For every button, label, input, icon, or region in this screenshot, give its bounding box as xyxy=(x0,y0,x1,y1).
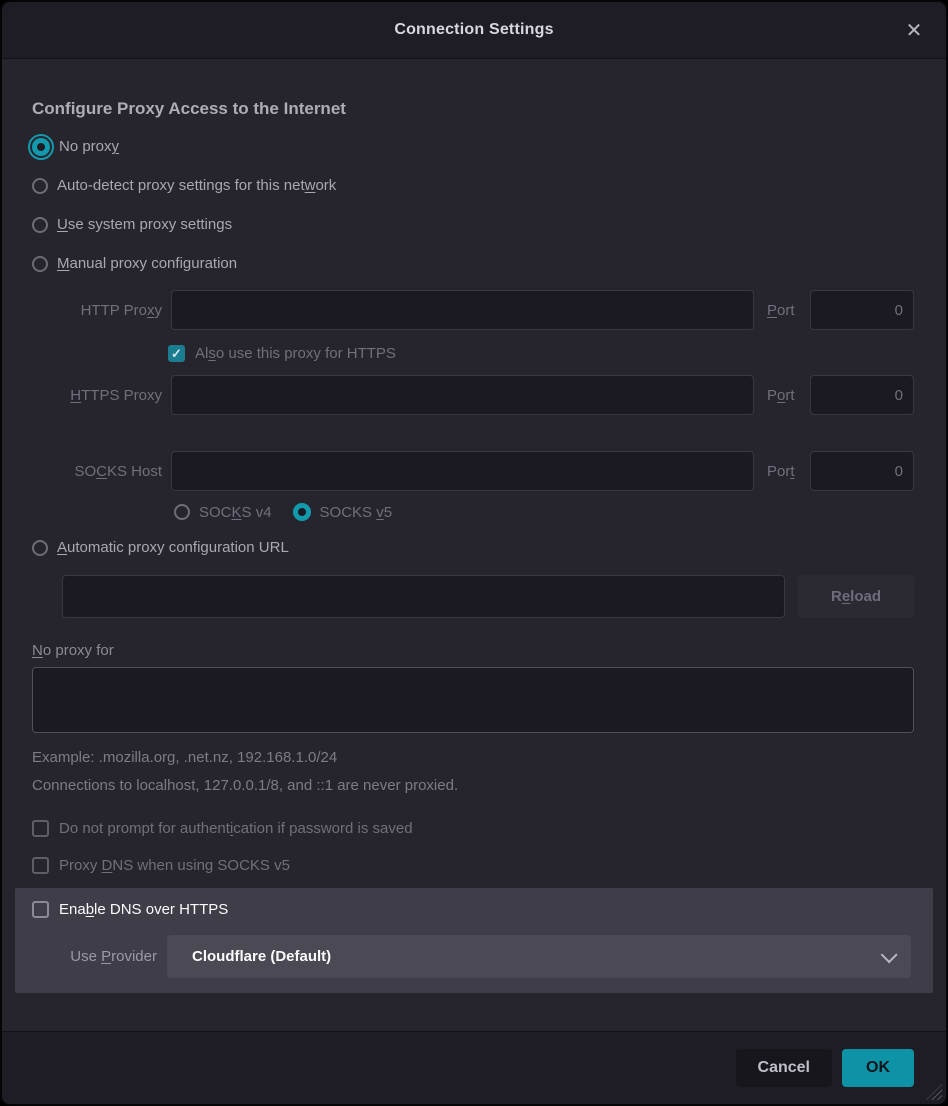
https-proxy-label: HTTPS Proxy xyxy=(32,387,164,404)
proxy-dns-socks5-checkbox-row[interactable]: Proxy DNS when using SOCKS v5 xyxy=(32,857,914,874)
no-proxy-for-label: No proxy for xyxy=(32,642,914,659)
dialog-titlebar: Connection Settings ✕ xyxy=(2,2,946,59)
socks-port-label: Port xyxy=(761,463,803,480)
https-port-input[interactable] xyxy=(810,375,914,415)
checkbox-icon[interactable] xyxy=(32,820,49,837)
http-proxy-input[interactable] xyxy=(171,290,754,330)
radio-label: Auto-detect proxy settings for this netw… xyxy=(57,177,336,194)
no-prompt-auth-checkbox-row[interactable]: Do not prompt for authentication if pass… xyxy=(32,820,914,837)
proxy-url-input[interactable] xyxy=(62,575,785,618)
checkbox-icon[interactable]: ✓ xyxy=(168,345,185,362)
checkbox-icon[interactable] xyxy=(32,857,49,874)
http-proxy-label: HTTP Proxy xyxy=(32,302,164,319)
socks-host-row: SOCKS Host Port xyxy=(32,451,914,491)
page-title: Configure Proxy Access to the Internet xyxy=(32,99,914,119)
manual-proxy-section: HTTP Proxy Port ✓ Also use this proxy fo… xyxy=(32,290,914,521)
checkbox-label: Proxy DNS when using SOCKS v5 xyxy=(59,857,290,874)
dialog-title: Connection Settings xyxy=(394,21,553,39)
use-provider-label: Use Provider xyxy=(32,948,157,965)
no-proxy-for-textarea[interactable] xyxy=(32,667,914,733)
https-port-label: Port xyxy=(761,387,803,404)
checkbox-label: Enable DNS over HTTPS xyxy=(59,901,228,918)
radio-label: No proxy xyxy=(59,138,119,155)
socks-version-row: SOCKS v4 SOCKS v5 xyxy=(168,503,914,521)
https-proxy-row: HTTPS Proxy Port xyxy=(32,375,914,415)
radio-label: Manual proxy configuration xyxy=(57,255,237,272)
close-icon[interactable]: ✕ xyxy=(900,16,928,44)
localhost-note-text: Connections to localhost, 127.0.0.1/8, a… xyxy=(32,777,914,794)
cancel-button[interactable]: Cancel xyxy=(736,1049,832,1087)
radio-auto-proxy-url[interactable]: Automatic proxy configuration URL xyxy=(32,528,914,567)
socks-v5-label: SOCKS v5 xyxy=(320,504,393,521)
resize-grip[interactable] xyxy=(926,1084,942,1100)
radio-icon[interactable] xyxy=(32,138,50,156)
http-port-input[interactable] xyxy=(810,290,914,330)
radio-label: Automatic proxy configuration URL xyxy=(57,539,289,556)
socks-port-input[interactable] xyxy=(810,451,914,491)
checkbox-label: Do not prompt for authentication if pass… xyxy=(59,820,413,837)
checkbox-icon[interactable] xyxy=(32,901,49,918)
radio-icon[interactable] xyxy=(32,256,48,272)
socks-v4-label: SOCKS v4 xyxy=(199,504,272,521)
no-proxy-example-text: Example: .mozilla.org, .net.nz, 192.168.… xyxy=(32,749,914,766)
radio-icon[interactable] xyxy=(32,217,48,233)
http-proxy-row: HTTP Proxy Port xyxy=(32,290,914,330)
doh-provider-select[interactable]: Cloudflare (Default) xyxy=(167,935,911,978)
socks-host-label: SOCKS Host xyxy=(32,463,164,480)
https-proxy-input[interactable] xyxy=(171,375,754,415)
reload-button[interactable]: Reload xyxy=(798,575,914,618)
checkbox-label: Also use this proxy for HTTPS xyxy=(195,345,396,362)
radio-no-proxy[interactable]: No proxy xyxy=(32,127,914,166)
dialog-body: Configure Proxy Access to the Internet N… xyxy=(2,59,946,1031)
ok-button[interactable]: OK xyxy=(842,1049,914,1087)
radio-icon[interactable] xyxy=(32,178,48,194)
selected-provider-value: Cloudflare (Default) xyxy=(192,948,331,965)
radio-socks-v5-icon[interactable] xyxy=(293,503,311,521)
doh-provider-row: Use Provider Cloudflare (Default) xyxy=(32,935,911,978)
http-port-label: Port xyxy=(761,302,803,319)
connection-settings-dialog: Connection Settings ✕ Configure Proxy Ac… xyxy=(0,0,948,1106)
radio-autodetect-proxy[interactable]: Auto-detect proxy settings for this netw… xyxy=(32,166,914,205)
radio-icon[interactable] xyxy=(32,540,48,556)
chevron-down-icon xyxy=(881,946,898,963)
radio-system-proxy[interactable]: Use system proxy settings xyxy=(32,205,914,244)
radio-socks-v4-icon[interactable] xyxy=(174,504,190,520)
dialog-footer: Cancel OK xyxy=(2,1031,946,1104)
dns-over-https-section: Enable DNS over HTTPS Use Provider Cloud… xyxy=(15,888,933,993)
enable-doh-checkbox-row[interactable]: Enable DNS over HTTPS xyxy=(32,901,911,918)
radio-manual-proxy[interactable]: Manual proxy configuration xyxy=(32,244,914,283)
radio-label: Use system proxy settings xyxy=(57,216,232,233)
socks-host-input[interactable] xyxy=(171,451,754,491)
auto-proxy-url-row: Reload xyxy=(62,575,914,618)
also-https-checkbox-row[interactable]: ✓ Also use this proxy for HTTPS xyxy=(168,345,914,362)
